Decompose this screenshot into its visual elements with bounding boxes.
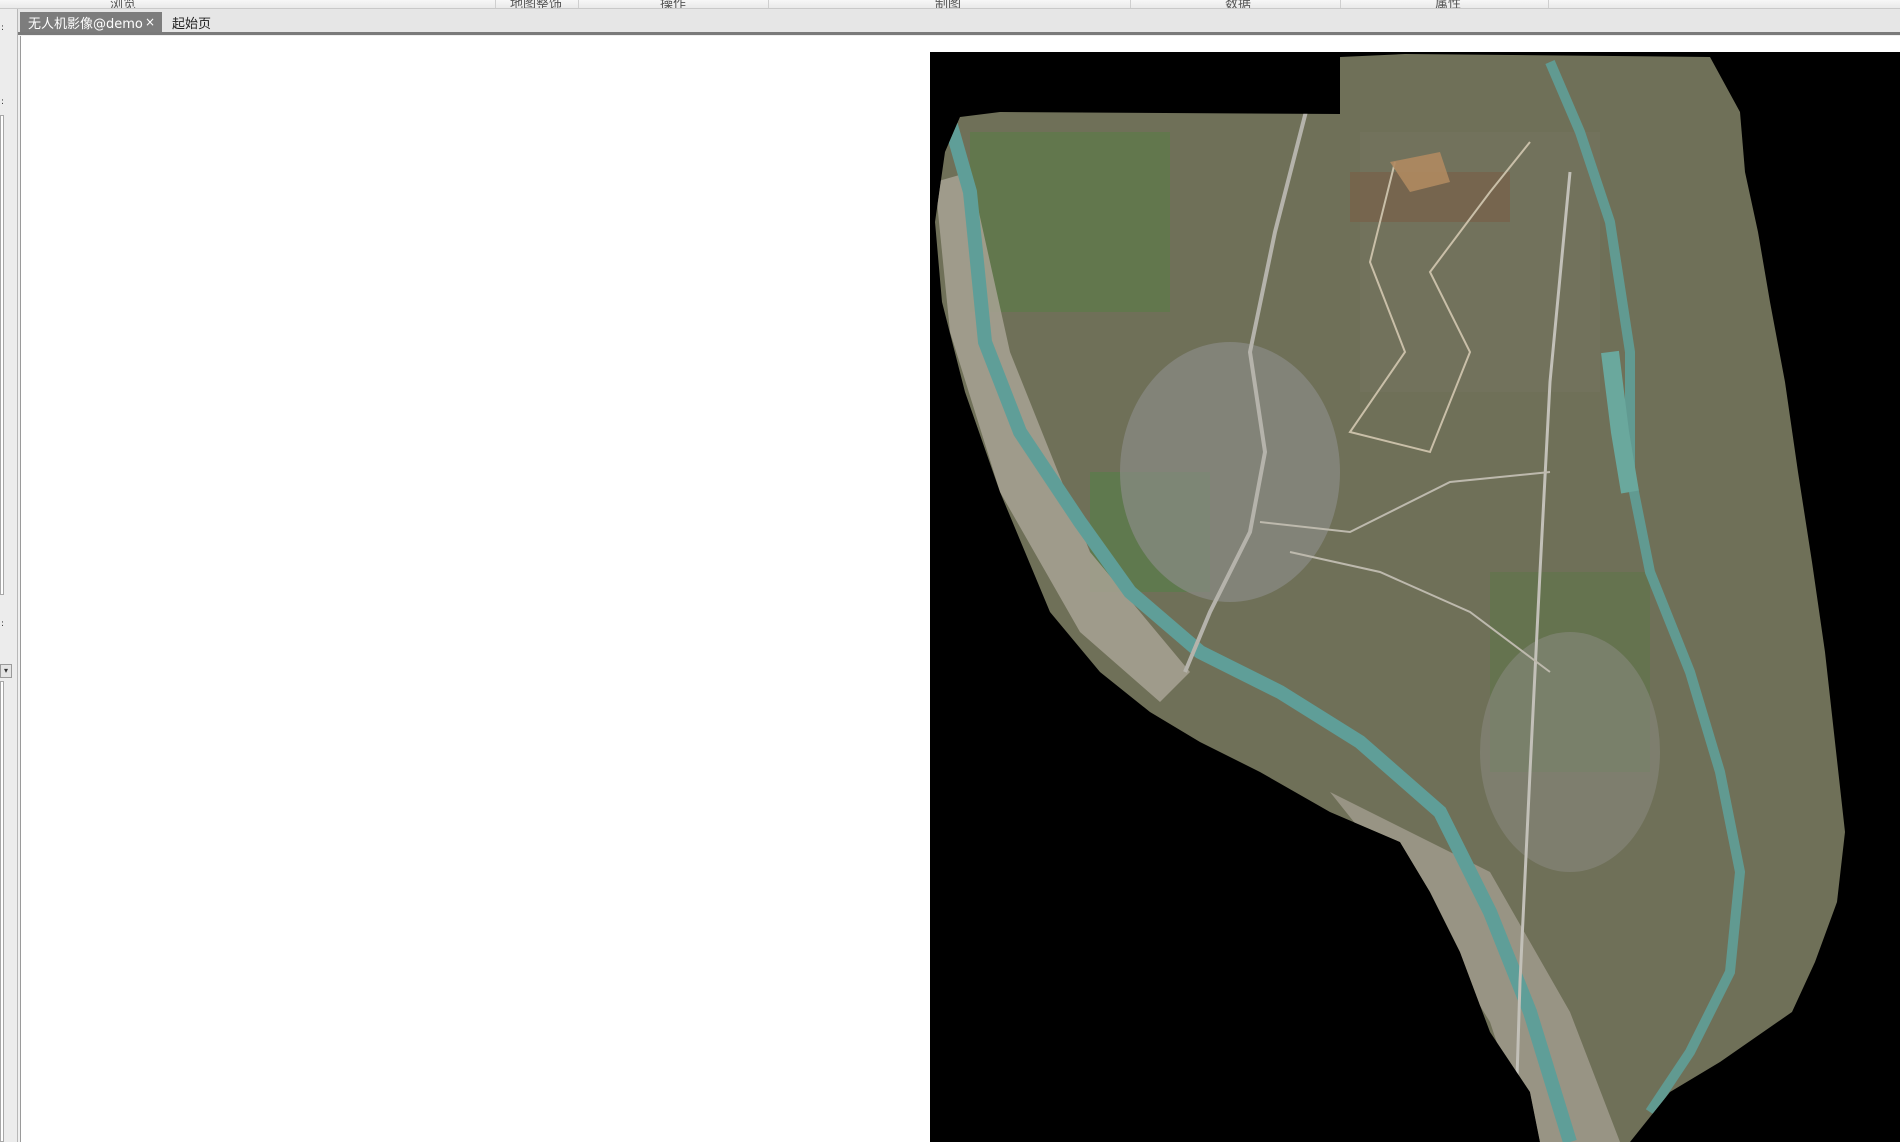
scroll-down-button[interactable]: ▾ bbox=[0, 664, 12, 678]
ribbon-separator bbox=[1130, 0, 1131, 8]
panel-grip[interactable]: : bbox=[1, 97, 5, 107]
layer-list-pane[interactable] bbox=[0, 681, 4, 1142]
workspace-tree-pane[interactable] bbox=[0, 115, 4, 595]
ribbon-separator bbox=[1548, 0, 1549, 8]
ribbon-separator bbox=[1340, 0, 1341, 8]
ribbon-group-data[interactable]: 数据 bbox=[1225, 0, 1251, 8]
farmland-area bbox=[970, 132, 1170, 312]
tab-start-page[interactable]: 起始页 bbox=[166, 12, 211, 32]
gis-desktop-window: 浏览 地图整饰 操作 制图 数据 属性 : : : ▾ 无人机影像@demo ×… bbox=[0, 0, 1900, 1142]
panel-grip[interactable]: : bbox=[1, 619, 5, 629]
orthophoto-image bbox=[935, 54, 1845, 1142]
tab-label: 起始页 bbox=[172, 16, 212, 32]
tab-uav-imagery-map[interactable]: 无人机影像@demo × bbox=[20, 12, 162, 32]
ribbon-group-attribute[interactable]: 属性 bbox=[1435, 0, 1461, 8]
left-dock-panel: : : : ▾ bbox=[0, 9, 18, 1142]
ribbon-separator bbox=[578, 0, 579, 8]
document-tab-bar: 无人机影像@demo × 起始页 bbox=[18, 9, 1900, 35]
ribbon-separator bbox=[768, 0, 769, 8]
tab-label: 无人机影像@demo bbox=[28, 16, 143, 32]
ribbon-group-browse[interactable]: 浏览 bbox=[110, 0, 136, 8]
uav-imagery-raster[interactable] bbox=[930, 52, 1900, 1142]
ribbon-group-cartography[interactable]: 制图 bbox=[935, 0, 961, 8]
town-area bbox=[1480, 632, 1660, 872]
panel-grip[interactable]: : bbox=[1, 23, 5, 33]
ribbon-group-operation[interactable]: 操作 bbox=[660, 0, 686, 8]
ribbon-group-label-strip: 浏览 地图整饰 操作 制图 数据 属性 bbox=[0, 0, 1900, 9]
map-window[interactable] bbox=[20, 36, 1900, 1142]
ribbon-separator bbox=[495, 0, 496, 8]
close-icon[interactable]: × bbox=[145, 15, 155, 29]
ribbon-group-map-decoration[interactable]: 地图整饰 bbox=[510, 0, 562, 8]
town-area bbox=[1120, 342, 1340, 602]
